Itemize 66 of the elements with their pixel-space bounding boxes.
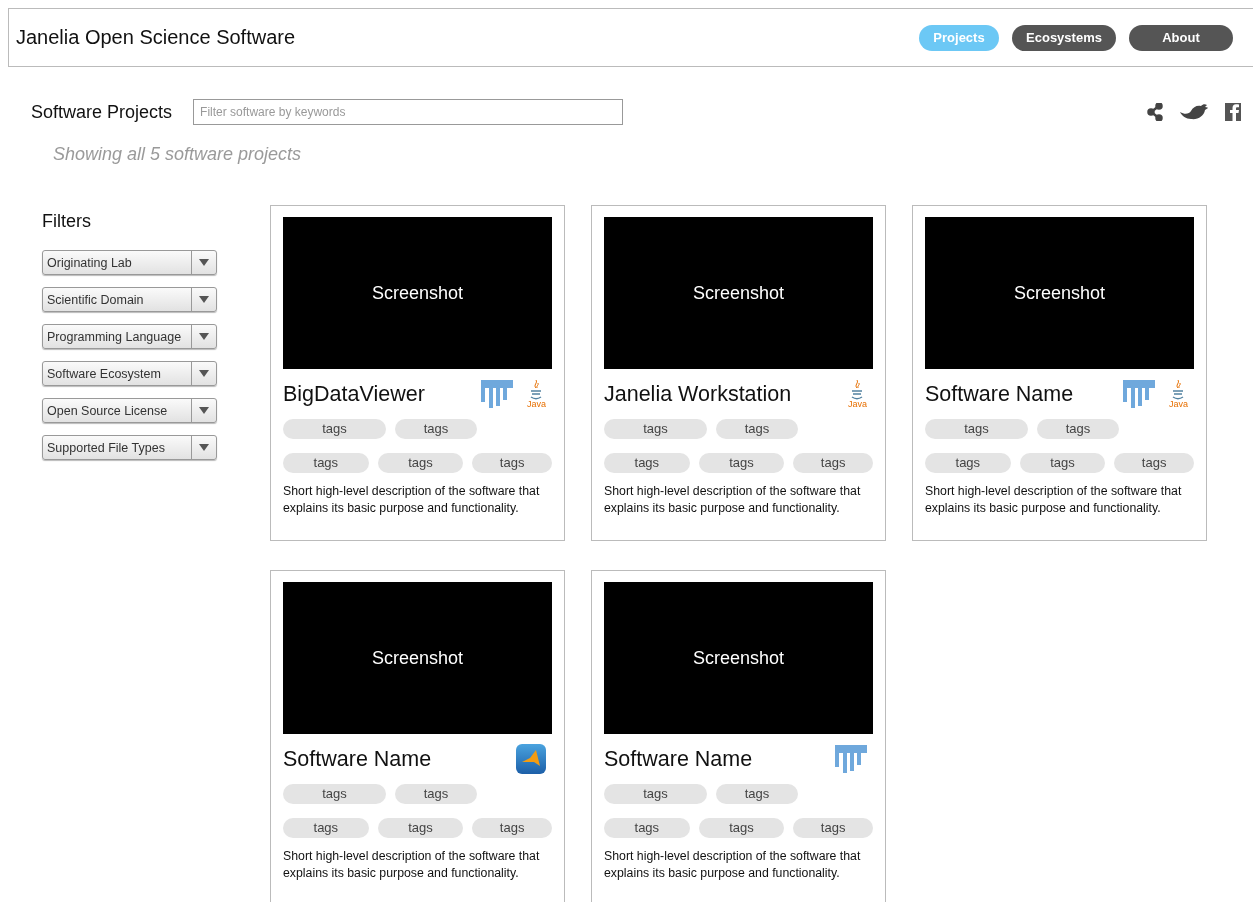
- tag-chip[interactable]: tags: [604, 818, 690, 838]
- filter-dropdown[interactable]: Scientific Domain: [42, 287, 217, 312]
- tag-chip[interactable]: tags: [716, 784, 798, 804]
- filter-dropdown[interactable]: Open Source License: [42, 398, 217, 423]
- tag-chip[interactable]: tags: [925, 419, 1028, 439]
- fiji-logo-icon: [835, 743, 867, 775]
- page-heading: Software Projects: [31, 101, 173, 123]
- nav-tab[interactable]: About: [1129, 24, 1233, 51]
- nav-tab[interactable]: Ecosystems: [1012, 24, 1116, 51]
- dropdown-arrow-icon: [199, 333, 209, 340]
- tag-chip[interactable]: tags: [1019, 453, 1106, 473]
- filter-dropdown[interactable]: Programming Language: [42, 324, 217, 349]
- tag-chip[interactable]: tags: [793, 818, 873, 838]
- tag-chip[interactable]: tags: [377, 453, 464, 473]
- matlab-logo-icon: [516, 744, 546, 774]
- tag-chip[interactable]: tags: [925, 453, 1011, 473]
- software-description: Short high-level description of the software that explains its basic purpose and functionality.: [604, 483, 862, 517]
- share-icon[interactable]: [1147, 103, 1163, 121]
- dropdown-arrow-icon: [199, 296, 209, 303]
- software-name[interactable]: Software Name: [604, 746, 835, 772]
- software-description: Short high-level description of the software that explains its basic purpose and functionality.: [283, 483, 541, 517]
- software-description: Short high-level description of the software that explains its basic purpose and functionality.: [283, 848, 541, 882]
- results-summary: Showing all 5 software projects: [53, 144, 303, 165]
- placeholder-label: Screenshot: [692, 647, 785, 669]
- software-name[interactable]: Software Name: [283, 746, 516, 772]
- tag-chip[interactable]: tags: [604, 453, 690, 473]
- tag-chip[interactable]: tags: [283, 419, 386, 439]
- software-description: Short high-level description of the software that explains its basic purpose and functionality.: [925, 483, 1183, 517]
- tag-chip[interactable]: tags: [604, 419, 707, 439]
- tag-chip[interactable]: tags: [793, 453, 873, 473]
- software-name[interactable]: Software Name: [925, 381, 1123, 407]
- dropdown-arrow-icon: [199, 370, 209, 377]
- filter-dropdown[interactable]: Originating Lab: [42, 250, 217, 275]
- tag-chip[interactable]: tags: [283, 818, 369, 838]
- tag-chip[interactable]: tags: [698, 818, 785, 838]
- tag-chip[interactable]: tags: [698, 453, 785, 473]
- tag-chip[interactable]: tags: [716, 419, 798, 439]
- fiji-logo-icon: [481, 378, 513, 410]
- placeholder-label: Screenshot: [371, 282, 464, 304]
- software-name[interactable]: BigDataViewer: [283, 381, 481, 407]
- tag-chip[interactable]: tags: [1037, 419, 1119, 439]
- tag-chip[interactable]: tags: [604, 784, 707, 804]
- facebook-icon[interactable]: [1225, 103, 1241, 121]
- filter-dropdown[interactable]: Supported File Types: [42, 435, 217, 460]
- placeholder-label: Screenshot: [692, 282, 785, 304]
- tag-chip[interactable]: tags: [395, 784, 477, 804]
- software-description: Short high-level description of the software that explains its basic purpose and functionality.: [604, 848, 862, 882]
- tag-chip[interactable]: tags: [283, 784, 386, 804]
- tag-chip[interactable]: tags: [283, 453, 369, 473]
- tag-chip[interactable]: tags: [1114, 453, 1194, 473]
- placeholder-label: Screenshot: [1013, 282, 1106, 304]
- placeholder-label: Screenshot: [371, 647, 464, 669]
- dropdown-arrow-icon: [199, 444, 209, 451]
- bird-icon[interactable]: [1179, 103, 1209, 121]
- tag-chip[interactable]: tags: [395, 419, 477, 439]
- tag-chip[interactable]: tags: [377, 818, 464, 838]
- tag-chip[interactable]: tags: [472, 453, 552, 473]
- filters-heading: Filters: [42, 211, 92, 232]
- dropdown-arrow-icon: [199, 259, 209, 266]
- tag-chip[interactable]: tags: [472, 818, 552, 838]
- dropdown-arrow-icon: [199, 407, 209, 414]
- fiji-logo-icon: [1123, 378, 1155, 410]
- site-title: Janelia Open Science Software: [16, 26, 296, 49]
- filter-dropdown[interactable]: Software Ecosystem: [42, 361, 217, 386]
- software-name[interactable]: Janelia Workstation: [604, 381, 848, 407]
- search-field[interactable]: Filter software by keywords: [193, 99, 624, 125]
